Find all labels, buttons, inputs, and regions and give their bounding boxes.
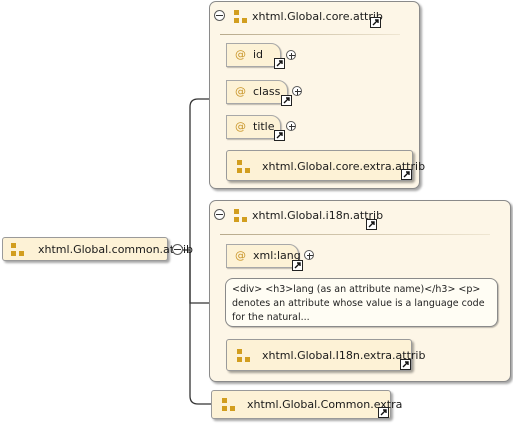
attribute-group-icon (237, 349, 250, 362)
attribute-symbol: @ (235, 120, 246, 133)
i18n-group-link-icon[interactable] (366, 219, 377, 230)
attribute-symbol: @ (235, 249, 246, 262)
attribute-class[interactable]: @ class (226, 80, 288, 104)
core-extra-attrib-ref[interactable]: xhtml.Global.core.extra.attrib (226, 150, 425, 181)
attribute-group-icon (11, 243, 24, 256)
attribute-documentation-note: <div> <h3>lang (as an attribute name)</h… (225, 278, 498, 327)
attribute-title[interactable]: @ title (226, 115, 281, 139)
attribute-id[interactable]: @ id (226, 43, 281, 67)
attribute-title-link-icon[interactable] (274, 130, 285, 141)
core-group-title: xhtml.Global.core.attrib (252, 10, 383, 23)
attribute-name: class (253, 85, 281, 98)
core-attrib-group: xhtml.Global.core.attrib @ id @ class @ … (209, 1, 425, 189)
attribute-xml-lang[interactable]: @ xml:lang (226, 244, 301, 268)
attribute-symbol: @ (235, 85, 246, 98)
i18n-extra-attrib-ref[interactable]: xhtml.Global.I18n.extra.attrib (226, 339, 425, 371)
root-element-label: xhtml.Global.common.attrib (38, 243, 193, 256)
attribute-name: id (253, 48, 264, 61)
attribute-id-expand-toggle[interactable] (286, 50, 296, 60)
common-extra-ref[interactable]: xhtml.Global.Common.extra (211, 390, 402, 419)
attribute-class-expand-toggle[interactable] (292, 86, 302, 96)
core-group-link-icon[interactable] (370, 17, 381, 28)
attribute-group-icon (222, 398, 235, 411)
common-extra-link-icon[interactable] (378, 407, 389, 418)
attribute-name: title (253, 120, 275, 133)
attribute-group-icon (237, 160, 250, 173)
core-group-divider (220, 34, 400, 35)
attribute-xml-lang-expand-toggle[interactable] (304, 250, 314, 260)
root-element-node[interactable]: xhtml.Global.common.attrib (2, 237, 193, 261)
i18n-group-collapse-toggle[interactable] (214, 209, 225, 220)
core-group-collapse-toggle[interactable] (214, 10, 225, 21)
attribute-symbol: @ (235, 48, 246, 61)
attribute-xml-lang-link-icon[interactable] (292, 260, 303, 271)
i18n-extra-link-icon[interactable] (400, 359, 411, 370)
i18n-group-title: xhtml.Global.i18n.attrib (252, 209, 384, 222)
attribute-group-icon (234, 10, 247, 23)
root-collapse-toggle[interactable] (172, 244, 183, 255)
attribute-group-icon (234, 209, 247, 222)
attribute-class-link-icon[interactable] (281, 95, 292, 106)
attribute-id-link-icon[interactable] (274, 58, 285, 69)
i18n-group-divider (220, 234, 490, 235)
core-extra-link-icon[interactable] (401, 169, 412, 180)
i18n-attrib-group: xhtml.Global.i18n.attrib @ xml:lang <div… (209, 200, 511, 382)
attribute-title-expand-toggle[interactable] (286, 121, 296, 131)
